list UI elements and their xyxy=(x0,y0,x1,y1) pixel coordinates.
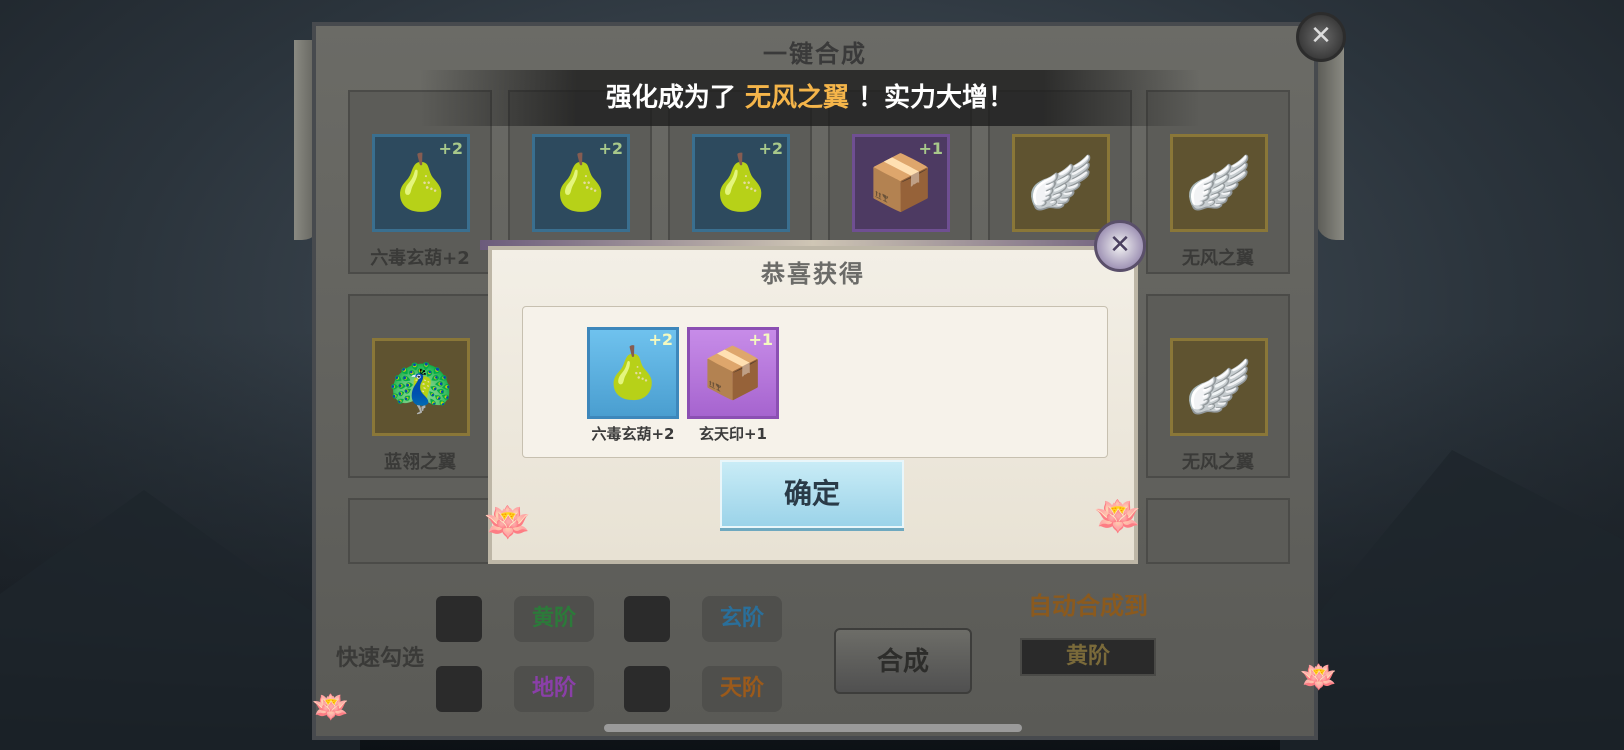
tier-tian[interactable]: 天阶 xyxy=(702,666,782,712)
seal-icon: 📦 +1 xyxy=(852,134,950,232)
reward-label: 玄天印+1 xyxy=(698,425,767,443)
gourd-icon[interactable]: 🍐 +2 xyxy=(587,327,679,419)
auto-synthesize-label: 自动合成到 xyxy=(1028,592,1148,620)
plus-badge: +2 xyxy=(438,139,463,158)
grid-item[interactable]: 🦚 蓝翎之翼 xyxy=(348,294,492,478)
tier-checkbox[interactable] xyxy=(624,666,670,712)
notice-prefix: 强化成为了 xyxy=(605,83,745,113)
gourd-icon: 🍐 +2 xyxy=(532,134,630,232)
quick-select-label: 快速勾选 xyxy=(336,646,425,671)
gourd-icon: 🍐 +2 xyxy=(372,134,470,232)
grid-item[interactable] xyxy=(1146,498,1290,564)
lotus-decoration-icon: 🪷 xyxy=(1094,494,1142,538)
upgrade-notice: 强化成为了 无风之翼 ！实力大增！ xyxy=(420,70,1200,126)
lotus-decoration-icon: 🪷 xyxy=(1300,660,1338,695)
tier-di[interactable]: 地阶 xyxy=(514,666,594,712)
modal-title: 恭喜获得 xyxy=(761,260,865,288)
plus-badge: +1 xyxy=(918,139,943,158)
synthesize-button[interactable]: 合成 xyxy=(834,628,972,694)
curtain-right xyxy=(1316,40,1344,240)
grid-item[interactable] xyxy=(348,498,492,564)
close-icon[interactable]: ✕ xyxy=(1296,12,1346,62)
modal-close-icon[interactable]: ✕ xyxy=(1094,220,1146,272)
wing-icon: 🪽 xyxy=(1170,134,1268,232)
tier-checkbox[interactable] xyxy=(436,596,482,642)
item-label: 蓝翎之翼 xyxy=(384,452,456,473)
auto-tier-select[interactable]: 黄阶 xyxy=(1020,638,1156,676)
tier-huang[interactable]: 黄阶 xyxy=(514,596,594,642)
plus-badge: +2 xyxy=(648,330,673,349)
lotus-decoration-icon: 🪷 xyxy=(312,690,350,725)
grid-item[interactable]: 🪽 无风之翼 xyxy=(1146,294,1290,478)
panel-title: 一键合成 xyxy=(763,40,867,68)
confirm-button[interactable]: 确定 xyxy=(720,460,904,528)
wing-icon: 🪽 xyxy=(1012,134,1110,232)
reward-area: 🍐 +2 六毒玄葫+2 📦 +1 玄天印+1 xyxy=(522,306,1108,458)
tier-checkbox[interactable] xyxy=(436,666,482,712)
tier-xuan[interactable]: 玄阶 xyxy=(702,596,782,642)
item-label: 无风之翼 xyxy=(1182,248,1254,269)
item-label: 无风之翼 xyxy=(1182,452,1254,473)
home-indicator[interactable] xyxy=(604,724,1022,732)
item-label: 六毒玄葫+2 xyxy=(370,248,470,269)
plus-badge: +2 xyxy=(758,139,783,158)
notice-suffix: ！实力大增！ xyxy=(849,83,1015,113)
feather-wing-icon: 🦚 xyxy=(372,338,470,436)
seal-icon[interactable]: 📦 +1 xyxy=(687,327,779,419)
plus-badge: +1 xyxy=(748,330,773,349)
gourd-icon: 🍐 +2 xyxy=(692,134,790,232)
lotus-decoration-icon: 🪷 xyxy=(484,500,532,544)
notice-item-name: 无风之翼 xyxy=(744,83,849,113)
plus-badge: +2 xyxy=(598,139,623,158)
wing-icon: 🪽 xyxy=(1170,338,1268,436)
tier-checkbox[interactable] xyxy=(624,596,670,642)
